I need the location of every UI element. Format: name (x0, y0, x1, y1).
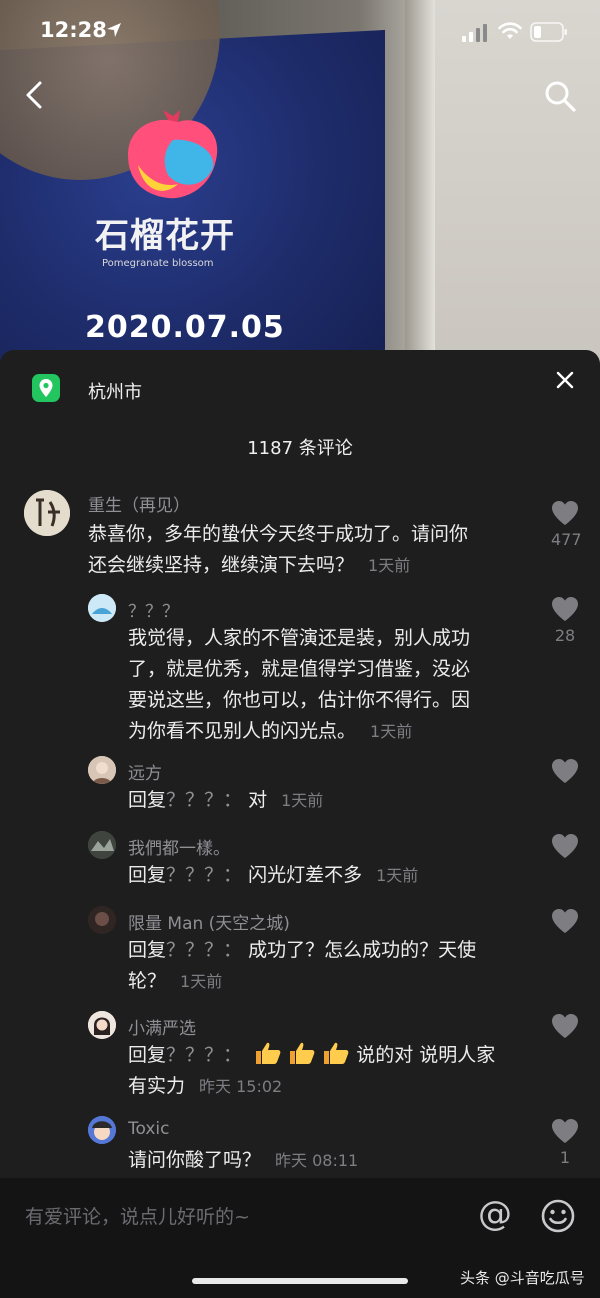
comment-time: 1天前 (180, 972, 223, 991)
comment-author[interactable]: Toxic (128, 1119, 170, 1139)
comment-text: 恭喜你，多年的蛰伏今天终于成功了。请问你 还会继续坚持，继续演下去吗？ 1天前 (88, 519, 538, 581)
avatar[interactable] (24, 490, 70, 536)
battery-icon (530, 22, 567, 42)
smiley-icon[interactable] (540, 1198, 576, 1234)
heart-icon (552, 1014, 578, 1038)
comment-text-line: 成功了？怎么成功的？天使 (248, 939, 477, 961)
location-pin-icon (32, 374, 60, 402)
avatar[interactable] (88, 906, 116, 934)
comment-text-line: 了，就是优秀，就是值得学习借鉴，没必 (128, 658, 471, 680)
comment-text: 回复？？？： 说的对 说明人家 有实力 昨天 15:02 (128, 1040, 538, 1102)
reply-prefix: 回复 (128, 939, 167, 961)
comment-author[interactable]: 我們都一樣。 (128, 834, 230, 859)
comment-text-body: 闪光灯差不多 (248, 864, 363, 886)
like-button[interactable]: 477 (551, 500, 582, 549)
heart-icon (552, 834, 578, 858)
reply-prefix: 回复 (128, 1044, 167, 1066)
comment-count: 1187 条评论 (247, 438, 353, 459)
back-chevron-icon[interactable] (22, 80, 48, 110)
status-time: 12:28 (40, 18, 107, 42)
like-button[interactable] (551, 1013, 579, 1039)
heart-icon (552, 1119, 578, 1143)
like-button[interactable]: 28 (551, 596, 579, 645)
reply-target[interactable]: ？？？： (166, 1044, 242, 1066)
avatar[interactable] (88, 1116, 116, 1144)
avatar[interactable] (88, 831, 116, 859)
reply-prefix: 回复 (128, 864, 167, 886)
like-count: 28 (554, 626, 576, 645)
heart-icon (552, 909, 578, 933)
comment-text-line: 还会继续坚持，继续演下去吗？ (88, 554, 355, 576)
comment-time: 1天前 (370, 722, 413, 741)
comment-text: 我觉得，人家的不管演还是装，别人成功 了，就是优秀，就是值得学习借鉴，没必 要说… (128, 623, 538, 747)
like-button[interactable] (551, 908, 579, 934)
pomegranate-logo-icon (128, 110, 218, 199)
mention-button[interactable]: @ (478, 1194, 512, 1234)
comment-author[interactable]: 远方 (128, 759, 162, 784)
cellular-signal-icon (462, 24, 487, 42)
poster-date: 2020.07.05 (85, 310, 285, 345)
comment-text: 回复？？？： 闪光灯差不多 1天前 (128, 860, 538, 891)
location-arrow-icon (107, 23, 121, 37)
search-icon[interactable] (543, 79, 577, 113)
comment-text-line: 我觉得，人家的不管演还是装，别人成功 (128, 627, 471, 649)
comment-author[interactable]: 限量 Man (天空之城) (128, 909, 290, 934)
comment-text: 回复？？？： 成功了？怎么成功的？天使 轮？ 1天前 (128, 935, 538, 997)
reply-target[interactable]: ？？？： (166, 864, 242, 886)
comment-text-body: 对 (248, 789, 268, 811)
watermark: 头条 @斗音吃瓜号 (460, 1269, 585, 1287)
reply-target[interactable]: ？？？： (166, 789, 242, 811)
comment-time: 昨天 15:02 (199, 1077, 283, 1096)
thumbs-up-icon (322, 1042, 356, 1066)
comment-panel: 杭州市 1187 条评论 重生（再见） 恭喜你，多年的蛰伏今天终于成功了。请问你… (0, 350, 600, 1180)
comment-time: 1天前 (376, 866, 419, 885)
comment-time: 昨天 08:11 (275, 1151, 359, 1170)
heart-icon (552, 597, 578, 621)
comment-text-line: 有实力 (128, 1075, 186, 1097)
comment-text-line: 为你看不见别人的闪光点。 (128, 720, 357, 742)
heart-icon (552, 759, 578, 783)
like-button[interactable] (551, 833, 579, 859)
comment-time: 1天前 (368, 556, 411, 575)
reply-prefix: 回复 (128, 789, 167, 811)
comment-text-line: 轮？ (128, 970, 167, 992)
comment-text: 请问你酸了吗？ 昨天 08:11 (128, 1145, 538, 1176)
like-button[interactable] (551, 758, 579, 784)
like-count: 1 (559, 1148, 571, 1167)
like-button[interactable]: 1 (551, 1118, 579, 1167)
thumbs-up-icon (254, 1042, 288, 1066)
close-icon[interactable] (553, 368, 577, 392)
like-count: 477 (551, 530, 582, 549)
avatar[interactable] (88, 594, 116, 622)
comment-text-line: 说的对 说明人家 (356, 1044, 496, 1066)
comment-input[interactable]: 有爱评论，说点儿好听的~ (25, 1202, 250, 1229)
comment-time: 1天前 (281, 791, 324, 810)
thumbs-up-icon (288, 1042, 322, 1066)
comment-text: 回复？？？： 对 1天前 (128, 785, 538, 816)
avatar[interactable] (88, 1011, 116, 1039)
comment-author[interactable]: ？？？ (128, 597, 179, 622)
comment-text-line: 要说这些，你也可以，估计你不得行。因 (128, 689, 471, 711)
comment-input-bar: 有爱评论，说点儿好听的~ @ 头条 @斗音吃瓜号 (0, 1178, 600, 1298)
comment-text-body: 请问你酸了吗？ (128, 1149, 262, 1171)
comment-author[interactable]: 小满严选 (128, 1014, 196, 1039)
wifi-icon (498, 22, 522, 39)
comment-text-line: 恭喜你，多年的蛰伏今天终于成功了。请问你 (88, 523, 469, 545)
avatar[interactable] (88, 756, 116, 784)
comment-author[interactable]: 重生（再见） (88, 491, 190, 516)
reply-target[interactable]: ？？？： (166, 939, 242, 961)
status-bar: 12:28 (0, 0, 600, 66)
poster-brand-sub: Pomegranate blossom (102, 258, 214, 269)
poster-brand: 石榴花开 (95, 216, 235, 256)
heart-icon (552, 501, 578, 525)
location-label: 杭州市 (88, 382, 142, 403)
home-indicator[interactable] (192, 1278, 408, 1284)
